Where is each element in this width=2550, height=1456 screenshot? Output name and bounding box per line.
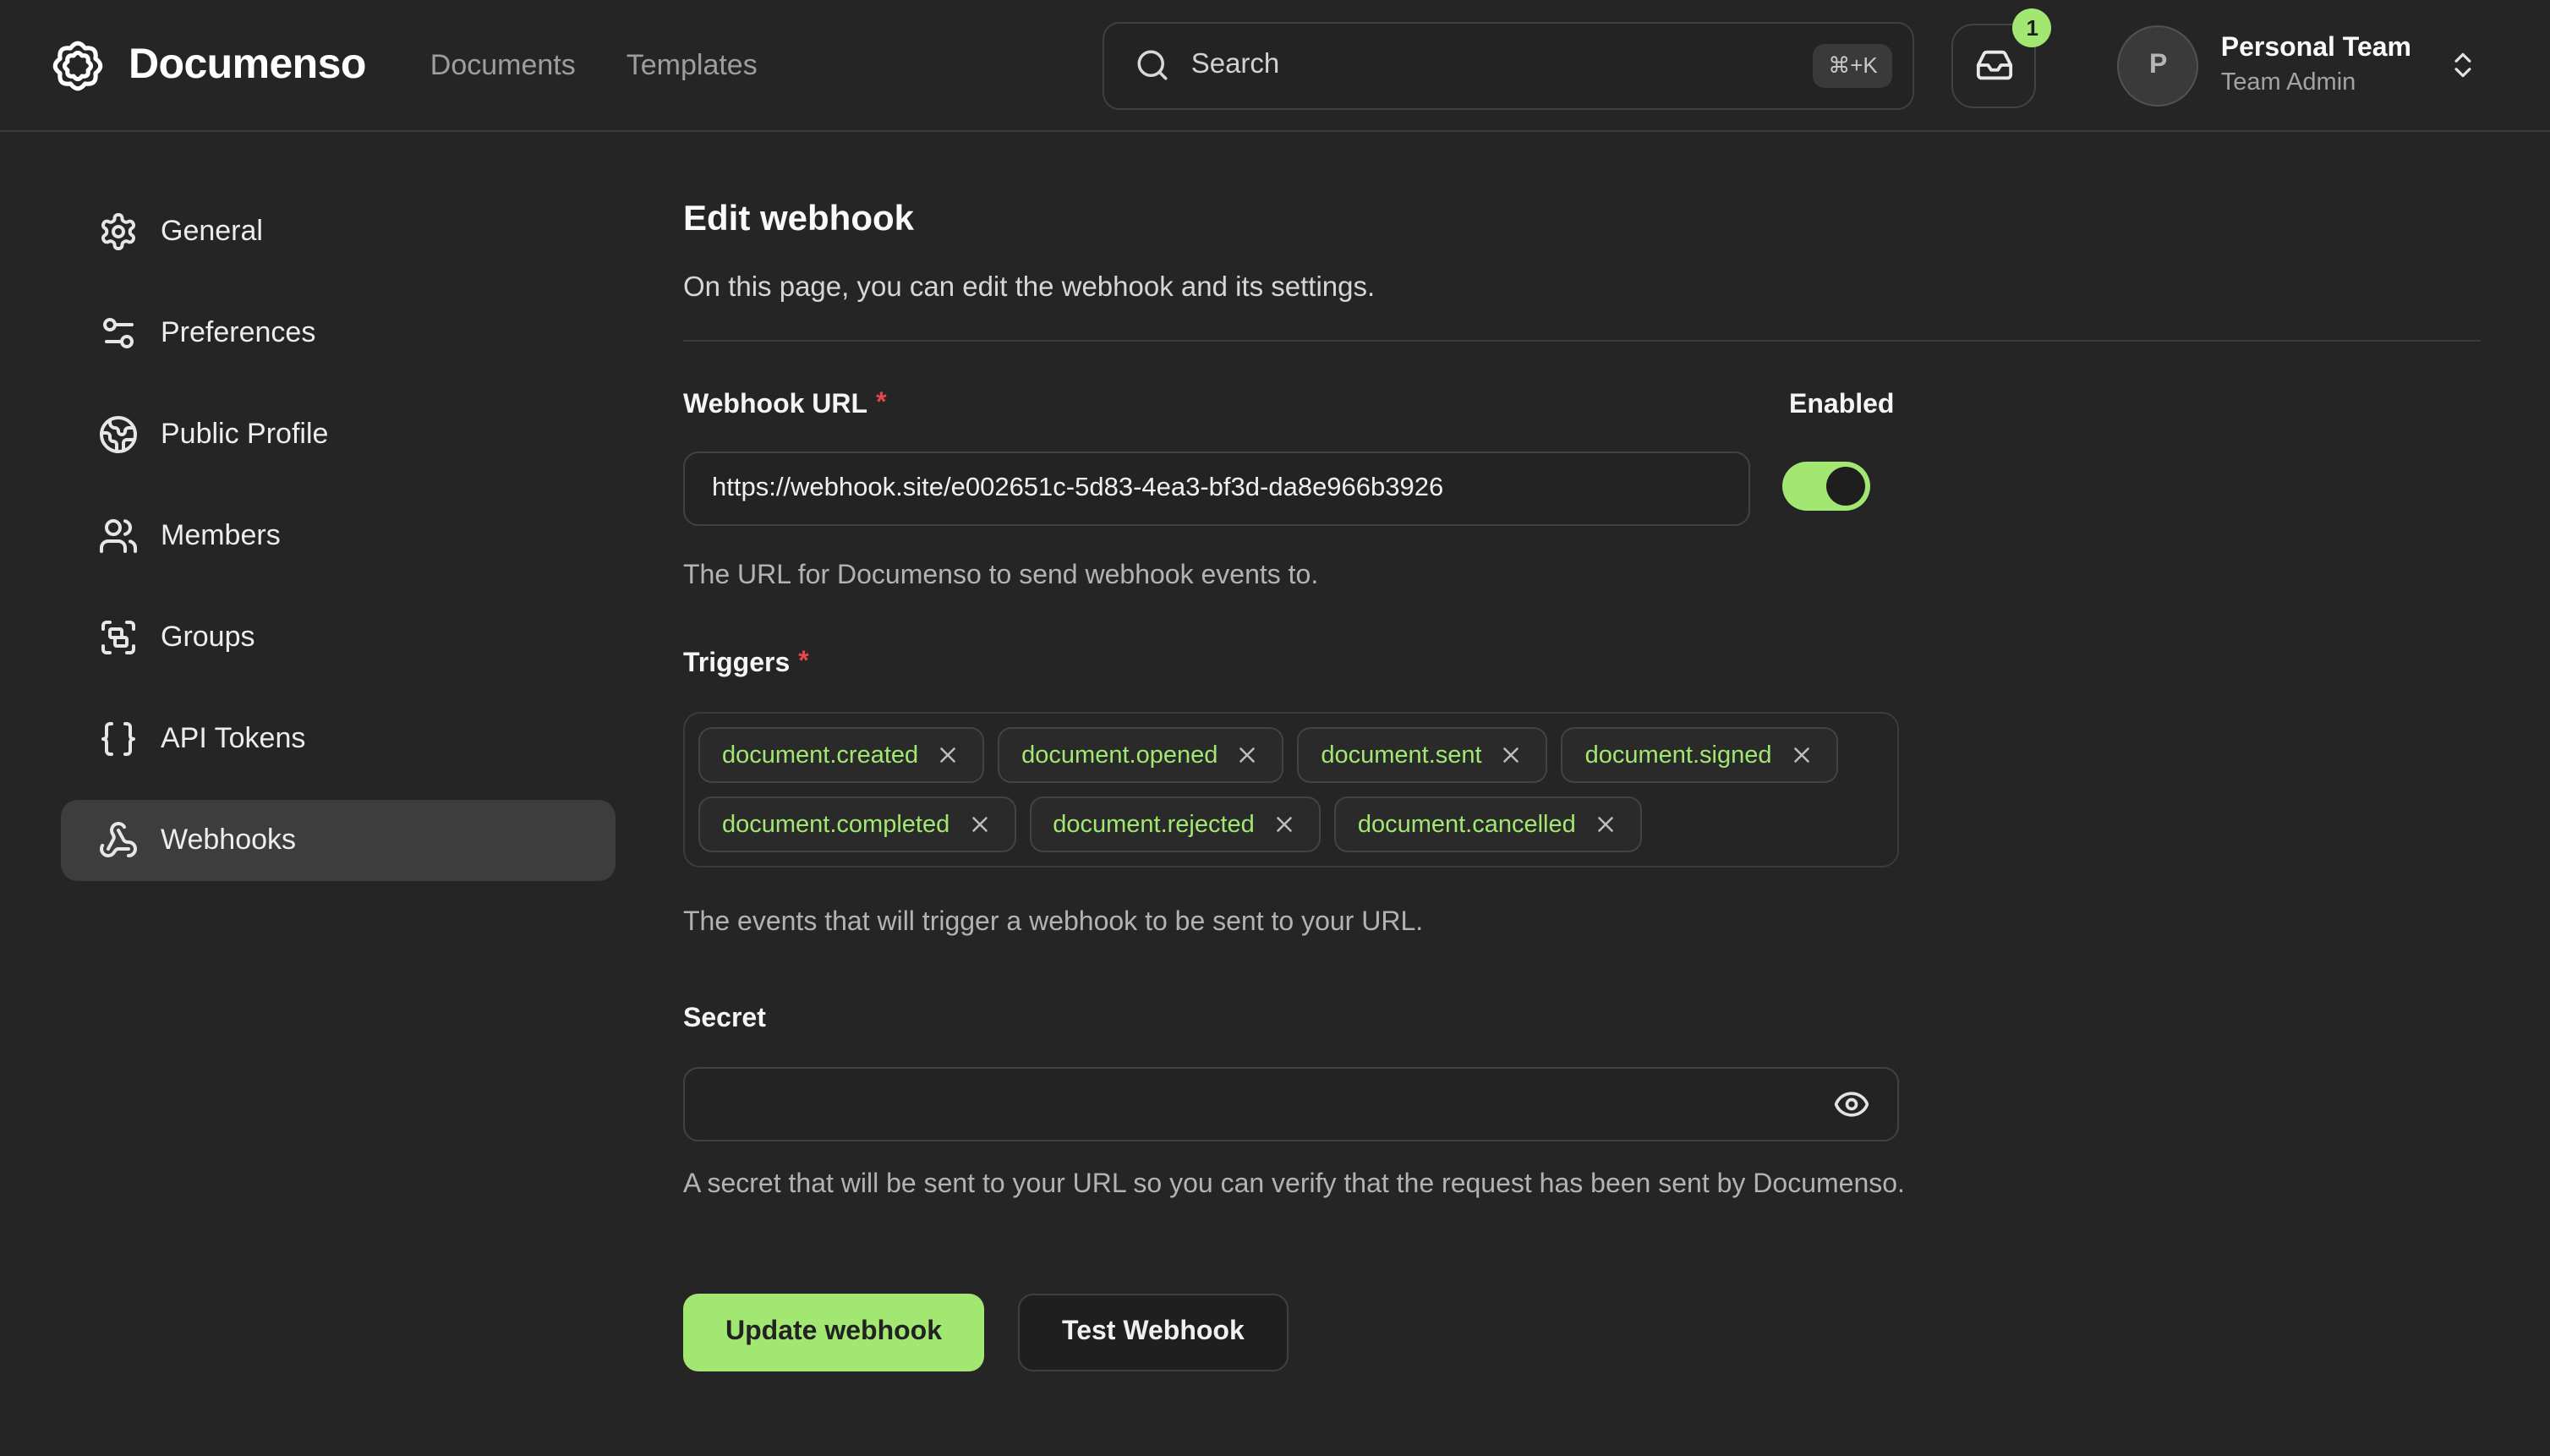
sidebar-item-label: General (161, 215, 263, 249)
sidebar-item-general[interactable]: General (61, 191, 616, 272)
sliders-icon (98, 313, 139, 353)
triggers-label: Triggers (683, 648, 790, 681)
page-subtitle: On this page, you can edit the webhook a… (683, 267, 2481, 308)
sidebar-item-public-profile[interactable]: Public Profile (61, 394, 616, 475)
sidebar-item-label: Preferences (161, 316, 315, 350)
sidebar-item-label: Groups (161, 621, 255, 654)
sidebar-item-api-tokens[interactable]: API Tokens (61, 698, 616, 780)
search-input[interactable] (1191, 49, 1792, 81)
triggers-label-row: Triggers * (683, 648, 2481, 681)
team-selector[interactable]: P Personal Team Team Admin (2118, 25, 2479, 106)
remove-trigger-icon[interactable] (1234, 742, 1260, 768)
trigger-tag: document.sent (1297, 727, 1547, 783)
trigger-tag-label: document.signed (1585, 742, 1772, 769)
sidebar-item-members[interactable]: Members (61, 495, 616, 577)
test-webhook-button[interactable]: Test Webhook (1018, 1294, 1289, 1371)
sidebar-item-label: API Tokens (161, 722, 305, 756)
secret-input[interactable] (683, 1067, 1899, 1141)
webhook-url-helper: The URL for Documenso to send webhook ev… (683, 555, 2481, 597)
top-header: Documenso Documents Templates ⌘+K (0, 0, 2550, 132)
braces-icon (98, 719, 139, 759)
page-title: Edit webhook (683, 196, 2481, 244)
secret-label: Secret (683, 1003, 766, 1037)
webhook-url-label-row: Webhook URL * Enabled (683, 389, 2481, 423)
team-avatar: P (2118, 25, 2199, 106)
sidebar-item-label: Webhooks (161, 824, 296, 857)
remove-trigger-icon[interactable] (935, 742, 960, 768)
sidebar-item-preferences[interactable]: Preferences (61, 293, 616, 374)
webhook-url-row: Webhook URL * Enabled The URL for Docume… (683, 389, 2481, 597)
settings-sidebar: General Preferences Public Profile (61, 191, 616, 881)
globe-icon (98, 414, 139, 455)
search-shortcut-badge: ⌘+K (1813, 43, 1893, 87)
sidebar-item-groups[interactable]: Groups (61, 597, 616, 678)
remove-trigger-icon[interactable] (1788, 742, 1814, 768)
trigger-tag: document.cancelled (1334, 796, 1642, 852)
edit-webhook-panel: Edit webhook On this page, you can edit … (683, 183, 2481, 1371)
group-icon (98, 617, 139, 658)
remove-trigger-icon[interactable] (1499, 742, 1524, 768)
trigger-tag: document.signed (1562, 727, 1838, 783)
trigger-tag: document.created (698, 727, 984, 783)
nav-templates[interactable]: Templates (627, 48, 758, 82)
required-asterisk: * (798, 648, 808, 681)
search-icon (1135, 47, 1171, 83)
triggers-helper: The events that will trigger a webhook t… (683, 901, 2481, 944)
team-name: Personal Team (2221, 30, 2411, 66)
form-actions: Update webhook Test Webhook (683, 1294, 2481, 1371)
main-nav: Documents Templates (430, 48, 758, 82)
triggers-multiselect[interactable]: document.created document.opened documen… (683, 712, 1899, 868)
trigger-tag-label: document.rejected (1053, 811, 1255, 838)
inbox-icon (1975, 46, 2014, 85)
secret-field-wrap (683, 1067, 1899, 1141)
webhook-url-input[interactable] (683, 452, 1750, 526)
remove-trigger-icon[interactable] (1593, 812, 1618, 837)
brand-name: Documenso (129, 41, 366, 90)
enabled-label: Enabled (1789, 389, 1894, 423)
nav-documents[interactable]: Documents (430, 48, 576, 82)
trigger-tag: document.completed (698, 796, 1015, 852)
enabled-toggle[interactable] (1782, 462, 1870, 511)
divider (683, 340, 2481, 342)
trigger-tag-label: document.opened (1021, 742, 1218, 769)
webhook-icon (98, 820, 139, 861)
trigger-tag-label: document.sent (1321, 742, 1481, 769)
brand[interactable]: Documenso (47, 35, 366, 96)
toggle-thumb (1826, 467, 1865, 506)
remove-trigger-icon[interactable] (966, 812, 992, 837)
remove-trigger-icon[interactable] (1272, 812, 1297, 837)
search-bar[interactable]: ⌘+K (1103, 21, 1915, 109)
secret-helper: A secret that will be sent to your URL s… (683, 1163, 1934, 1206)
update-webhook-button[interactable]: Update webhook (683, 1294, 984, 1371)
inbox-wrap: 1 (1952, 23, 2037, 107)
trigger-tag: document.opened (998, 727, 1283, 783)
documenso-logo-icon (47, 35, 108, 96)
team-text: Personal Team Team Admin (2221, 30, 2411, 100)
sidebar-item-label: Members (161, 519, 281, 553)
eye-icon (1833, 1086, 1870, 1123)
trigger-tag-label: document.completed (722, 811, 949, 838)
trigger-tag: document.rejected (1029, 796, 1321, 852)
users-icon (98, 516, 139, 556)
toggle-secret-visibility-button[interactable] (1814, 1067, 1889, 1141)
team-role: Team Admin (2221, 66, 2411, 100)
sidebar-item-label: Public Profile (161, 418, 328, 452)
chevrons-up-down-icon (2447, 49, 2479, 81)
trigger-tag-label: document.created (722, 742, 918, 769)
secret-label-row: Secret (683, 1003, 2481, 1037)
required-asterisk: * (876, 389, 886, 423)
gear-icon (98, 211, 139, 252)
webhook-url-label: Webhook URL (683, 389, 867, 423)
sidebar-item-webhooks[interactable]: Webhooks (61, 800, 616, 881)
inbox-count-badge: 1 (2013, 8, 2052, 47)
documenso-app: Documenso Documents Templates ⌘+K (0, 0, 2550, 1456)
trigger-tag-label: document.cancelled (1358, 811, 1576, 838)
